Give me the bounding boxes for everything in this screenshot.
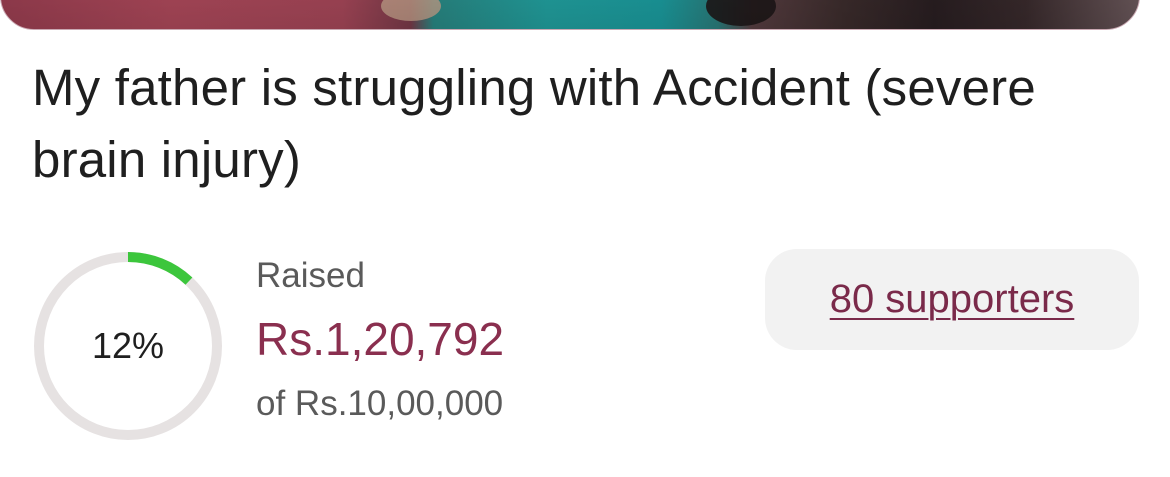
progress-percent-label: 12%	[91, 325, 165, 366]
supporters-button[interactable]: 80 supporters	[765, 249, 1139, 350]
supporters-link[interactable]: 80 supporters	[830, 277, 1075, 322]
raised-amount: Rs.1,20,792	[256, 313, 505, 365]
cover-image-shade	[1, 0, 1139, 29]
raised-label: Raised	[256, 256, 365, 295]
campaign-title: My father is struggling with Accident (s…	[32, 59, 1036, 188]
funding-progress-ring: 12%	[30, 248, 226, 444]
goal-amount: of Rs.10,00,000	[256, 384, 504, 423]
campaign-cover-image[interactable]	[0, 0, 1140, 30]
